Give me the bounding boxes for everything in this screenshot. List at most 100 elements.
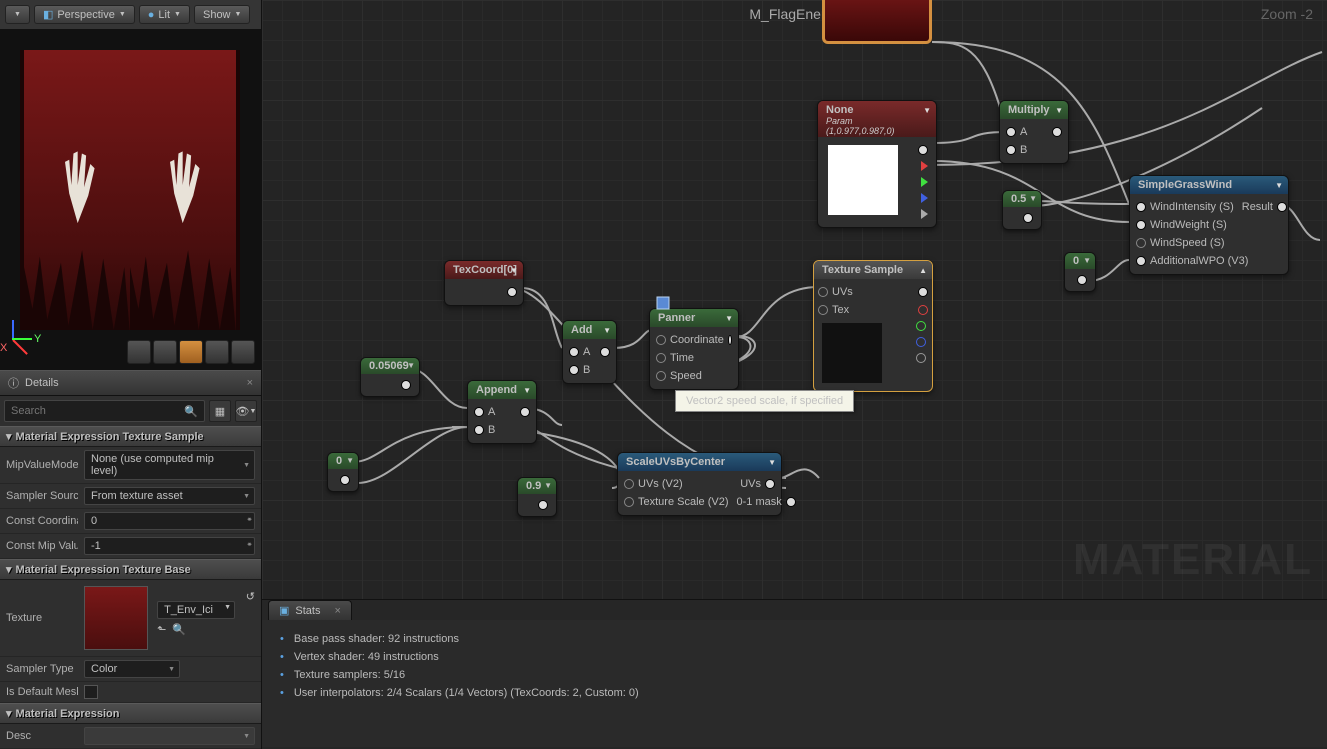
- input-pin-a[interactable]: [569, 347, 579, 357]
- collapse-icon[interactable]: ▼: [523, 386, 531, 395]
- node-constant-0-5[interactable]: 0.5▼: [1002, 190, 1042, 230]
- collapse-icon[interactable]: ▼: [1029, 194, 1037, 203]
- input-pin[interactable]: [1136, 220, 1146, 230]
- cube-tool[interactable]: [205, 340, 229, 364]
- collapse-icon[interactable]: ▼: [725, 314, 733, 323]
- stats-tab[interactable]: ▣ Stats ×: [268, 600, 352, 620]
- input-pin-time[interactable]: [656, 353, 666, 363]
- node-texcoord[interactable]: TexCoord[0]▼: [444, 260, 524, 306]
- collapse-icon[interactable]: ▼: [510, 266, 518, 275]
- isdefault-checkbox[interactable]: [84, 685, 98, 699]
- lit-button[interactable]: ● Lit▼: [139, 5, 190, 24]
- output-pin-r[interactable]: [921, 161, 928, 171]
- samplersource-dropdown[interactable]: From texture asset: [84, 487, 255, 505]
- eye-button[interactable]: 👁▼: [235, 400, 257, 422]
- output-pin[interactable]: [340, 475, 350, 485]
- input-pin-speed[interactable]: [656, 371, 666, 381]
- collapse-icon[interactable]: ▼: [923, 106, 931, 115]
- browse-icon[interactable]: 🔍: [172, 623, 186, 636]
- output-pin[interactable]: [1023, 213, 1033, 223]
- output-preview-thumb[interactable]: [822, 0, 932, 44]
- input-pin-b[interactable]: [474, 425, 484, 435]
- collapse-icon[interactable]: ▼: [346, 456, 354, 465]
- breakpoint-icon[interactable]: [656, 296, 670, 310]
- output-pin-b[interactable]: [916, 337, 926, 347]
- input-pin-a[interactable]: [474, 407, 484, 417]
- output-pin[interactable]: [1277, 202, 1287, 212]
- use-selected-icon[interactable]: ⬑: [157, 623, 166, 636]
- input-pin[interactable]: [1136, 202, 1146, 212]
- search-icon[interactable]: 🔍: [178, 405, 204, 418]
- node-constant-0-05069[interactable]: 0.05069▼: [360, 357, 420, 397]
- node-add[interactable]: Add▼ A B: [562, 320, 617, 384]
- cylinder-tool[interactable]: [127, 340, 151, 364]
- output-pin[interactable]: [1052, 127, 1062, 137]
- close-icon[interactable]: ×: [334, 605, 340, 617]
- plane-tool[interactable]: [179, 340, 203, 364]
- output-pin-a[interactable]: [921, 209, 928, 219]
- input-pin[interactable]: [1136, 256, 1146, 266]
- output-pin[interactable]: [600, 347, 610, 357]
- output-pin-uvs[interactable]: [765, 479, 775, 489]
- search-input[interactable]: 🔍: [4, 400, 205, 422]
- output-pin-g[interactable]: [921, 177, 928, 187]
- perspective-button[interactable]: ◧ Perspective▼: [34, 5, 135, 24]
- output-pin-b[interactable]: [921, 193, 928, 203]
- grid-view-button[interactable]: ▦: [209, 400, 231, 422]
- node-constant-0-9[interactable]: 0.9▼: [517, 477, 557, 517]
- collapse-icon[interactable]: ▼: [768, 458, 776, 467]
- node-scaleuvsbycenter[interactable]: ScaleUVsByCenter▼ UVs (V2)UVs Texture Sc…: [617, 452, 782, 516]
- constmip-spinner[interactable]: -1: [84, 537, 255, 555]
- input-pin-uvs[interactable]: [818, 287, 828, 297]
- node-constant-0b[interactable]: 0▼: [327, 452, 359, 492]
- collapse-icon[interactable]: ▼: [1055, 106, 1063, 115]
- output-pin-r[interactable]: [918, 305, 928, 315]
- constcoord-spinner[interactable]: 0: [84, 512, 255, 530]
- output-pin[interactable]: [728, 335, 732, 345]
- node-multiply[interactable]: Multiply▼ A B: [999, 100, 1069, 164]
- samplertype-dropdown[interactable]: Color: [84, 660, 180, 678]
- section-texture-base[interactable]: ▾Material Expression Texture Base: [0, 559, 261, 580]
- mesh-tool[interactable]: [231, 340, 255, 364]
- toolbar-menu-button[interactable]: ▼: [5, 5, 30, 24]
- output-pin[interactable]: [520, 407, 530, 417]
- collapse-icon[interactable]: ▼: [1275, 181, 1283, 190]
- collapse-icon[interactable]: ▼: [544, 481, 552, 490]
- output-pin[interactable]: [538, 500, 548, 510]
- output-pin[interactable]: [507, 287, 517, 297]
- input-pin-b[interactable]: [1006, 145, 1016, 155]
- section-material-expression[interactable]: ▾Material Expression: [0, 703, 261, 724]
- show-button[interactable]: Show▼: [194, 5, 250, 24]
- input-pin-b[interactable]: [569, 365, 579, 375]
- expand-icon[interactable]: ▲: [919, 266, 927, 275]
- input-pin[interactable]: [1136, 238, 1146, 248]
- input-pin-a[interactable]: [1006, 127, 1016, 137]
- output-pin-g[interactable]: [916, 321, 926, 331]
- input-pin-tex[interactable]: [818, 305, 828, 315]
- preview-viewport[interactable]: Y X: [0, 30, 261, 370]
- collapse-icon[interactable]: ▼: [407, 361, 415, 370]
- material-graph[interactable]: M_FlagEnemy Zoom -2 MATERIAL: [262, 0, 1327, 599]
- node-constant-0[interactable]: 0▼: [1064, 252, 1096, 292]
- input-pin-uvs[interactable]: [624, 479, 634, 489]
- node-append[interactable]: Append▼ A B: [467, 380, 537, 444]
- output-pin[interactable]: [401, 380, 411, 390]
- reset-icon[interactable]: ↺: [246, 590, 255, 603]
- texture-asset-dropdown[interactable]: T_Env_Ici: [157, 601, 235, 619]
- sphere-tool[interactable]: [153, 340, 177, 364]
- node-param-none[interactable]: None Param (1,0.977,0.987,0) ▼: [817, 100, 937, 228]
- node-texture-sample[interactable]: Texture Sample▲ UVs Tex: [813, 260, 933, 392]
- node-panner[interactable]: Panner▼ Coordinate Time Speed: [649, 308, 739, 390]
- output-pin-a[interactable]: [916, 353, 926, 363]
- output-pin-mask[interactable]: [786, 497, 796, 507]
- close-icon[interactable]: ×: [247, 377, 253, 389]
- mipvaluemode-dropdown[interactable]: None (use computed mip level): [84, 450, 255, 480]
- section-texture-sample[interactable]: ▾Material Expression Texture Sample: [0, 426, 261, 447]
- collapse-icon[interactable]: ▼: [1083, 256, 1091, 265]
- texture-thumbnail[interactable]: [84, 586, 148, 650]
- output-pin-rgb[interactable]: [918, 287, 928, 297]
- output-pin-rgba[interactable]: [918, 145, 928, 155]
- desc-input[interactable]: [84, 727, 255, 745]
- input-pin-coord[interactable]: [656, 335, 666, 345]
- input-pin-scale[interactable]: [624, 497, 634, 507]
